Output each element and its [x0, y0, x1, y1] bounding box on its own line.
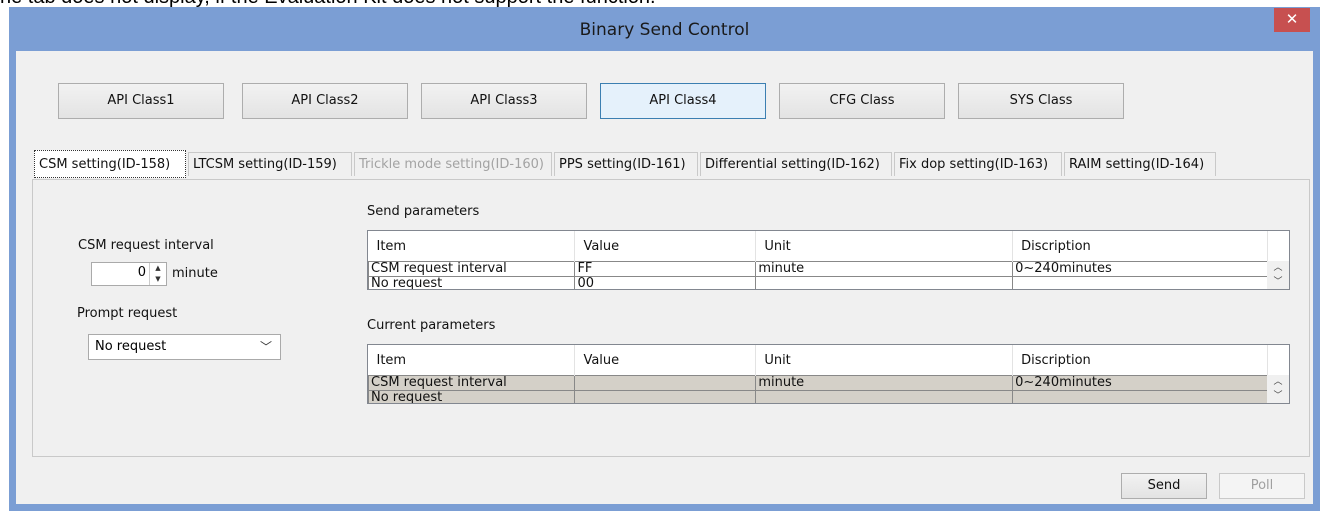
column-header: Value [574, 231, 757, 262]
table-cell: CSM request interval [368, 375, 576, 391]
spin-down-icon[interactable]: ▼ [150, 274, 166, 285]
tab-ltcsm-setting[interactable]: LTCSM setting(ID-159) [188, 152, 352, 176]
table-cell[interactable]: minute [755, 261, 1014, 277]
table-cell[interactable]: FF [574, 261, 757, 277]
column-header: Unit [755, 345, 1014, 376]
table-cell[interactable] [1012, 276, 1268, 289]
api-class4-button[interactable]: API Class4 [600, 83, 766, 119]
tab-trickle-mode-setting: Trickle mode setting(ID-160) [354, 152, 552, 176]
prompt-request-value: No request [95, 339, 167, 354]
api-class1-button[interactable]: API Class1 [58, 83, 224, 119]
sys-class-button[interactable]: SYS Class [958, 83, 1124, 119]
column-header: Unit [755, 231, 1014, 262]
table-cell [1012, 390, 1268, 403]
table-cell[interactable]: CSM request interval [368, 261, 576, 277]
table-cell [574, 375, 757, 391]
scroll-down-icon[interactable]: ﹀ [1267, 275, 1289, 289]
tab-differential-setting[interactable]: Differential setting(ID-162) [700, 152, 892, 176]
column-header: Discription [1012, 345, 1268, 376]
csm-interval-spinbox[interactable]: 0 ▲ ▼ [91, 262, 167, 286]
table-cell[interactable]: No request [368, 276, 576, 289]
prompt-request-label: Prompt request [77, 306, 178, 321]
tab-csm-setting[interactable]: CSM setting(ID-158) [34, 150, 186, 178]
send-parameters-title: Send parameters [367, 204, 480, 219]
cfg-class-button[interactable]: CFG Class [779, 83, 945, 119]
table-row: CSM request interval minute 0~240minutes [368, 375, 1268, 391]
column-header: Item [368, 345, 576, 376]
table-cell[interactable]: 00 [574, 276, 757, 289]
column-header: Item [368, 231, 576, 262]
scroll-up-icon[interactable]: ︿ [1267, 261, 1289, 275]
current-table-scrollbar[interactable]: ︿ ﹀ [1267, 375, 1289, 403]
table-cell [755, 390, 1014, 403]
table-header: Item Value Unit Discription [368, 345, 1268, 376]
send-button[interactable]: Send [1121, 473, 1207, 499]
table-cell: No request [368, 390, 576, 403]
csm-interval-label: CSM request interval [78, 238, 214, 253]
chevron-down-icon: ﹀ [259, 340, 272, 354]
current-parameters-title: Current parameters [367, 318, 496, 333]
title-bar[interactable]: Binary Send Control ✕ [9, 7, 1320, 51]
poll-button: Poll [1219, 473, 1305, 499]
column-header: Value [574, 345, 757, 376]
current-parameters-table: Item Value Unit Discription CSM request … [367, 344, 1290, 404]
api-class3-button[interactable]: API Class3 [421, 83, 587, 119]
table-header: Item Value Unit Discription [368, 231, 1268, 262]
scroll-down-icon[interactable]: ﹀ [1267, 389, 1289, 403]
table-cell [574, 390, 757, 403]
client-area: API Class1 API Class2 API Class3 API Cla… [16, 51, 1313, 504]
csm-interval-unit: minute [172, 266, 218, 281]
api-class2-button[interactable]: API Class2 [242, 83, 408, 119]
table-cell: 0~240minutes [1012, 375, 1268, 391]
csm-setting-pane: CSM request interval 0 ▲ ▼ minute Prompt… [32, 179, 1310, 457]
csm-interval-value: 0 [137, 265, 146, 280]
close-icon: ✕ [1285, 10, 1299, 28]
table-cell[interactable] [755, 276, 1014, 289]
close-button[interactable]: ✕ [1274, 8, 1310, 32]
table-cell[interactable]: 0~240minutes [1012, 261, 1268, 277]
window-title: Binary Send Control [579, 20, 750, 40]
send-parameters-table: Item Value Unit Discription CSM request … [367, 230, 1290, 290]
send-table-scrollbar[interactable]: ︿ ﹀ [1267, 261, 1289, 289]
table-cell: minute [755, 375, 1014, 391]
spin-up-icon[interactable]: ▲ [150, 263, 166, 274]
scroll-up-icon[interactable]: ︿ [1267, 375, 1289, 389]
table-row: CSM request interval FF minute 0~240minu… [368, 261, 1268, 277]
column-header: Discription [1012, 231, 1268, 262]
spin-buttons[interactable]: ▲ ▼ [149, 263, 166, 285]
tab-raim-setting[interactable]: RAIM setting(ID-164) [1064, 152, 1216, 176]
tab-pps-setting[interactable]: PPS setting(ID-161) [554, 152, 698, 176]
tab-fix-dop-setting[interactable]: Fix dop setting(ID-163) [894, 152, 1062, 176]
table-row: No request [368, 390, 1268, 403]
prompt-request-select[interactable]: No request ﹀ [88, 334, 281, 360]
binary-send-control-window: Binary Send Control ✕ API Class1 API Cla… [9, 7, 1320, 511]
table-row: No request 00 [368, 276, 1268, 289]
